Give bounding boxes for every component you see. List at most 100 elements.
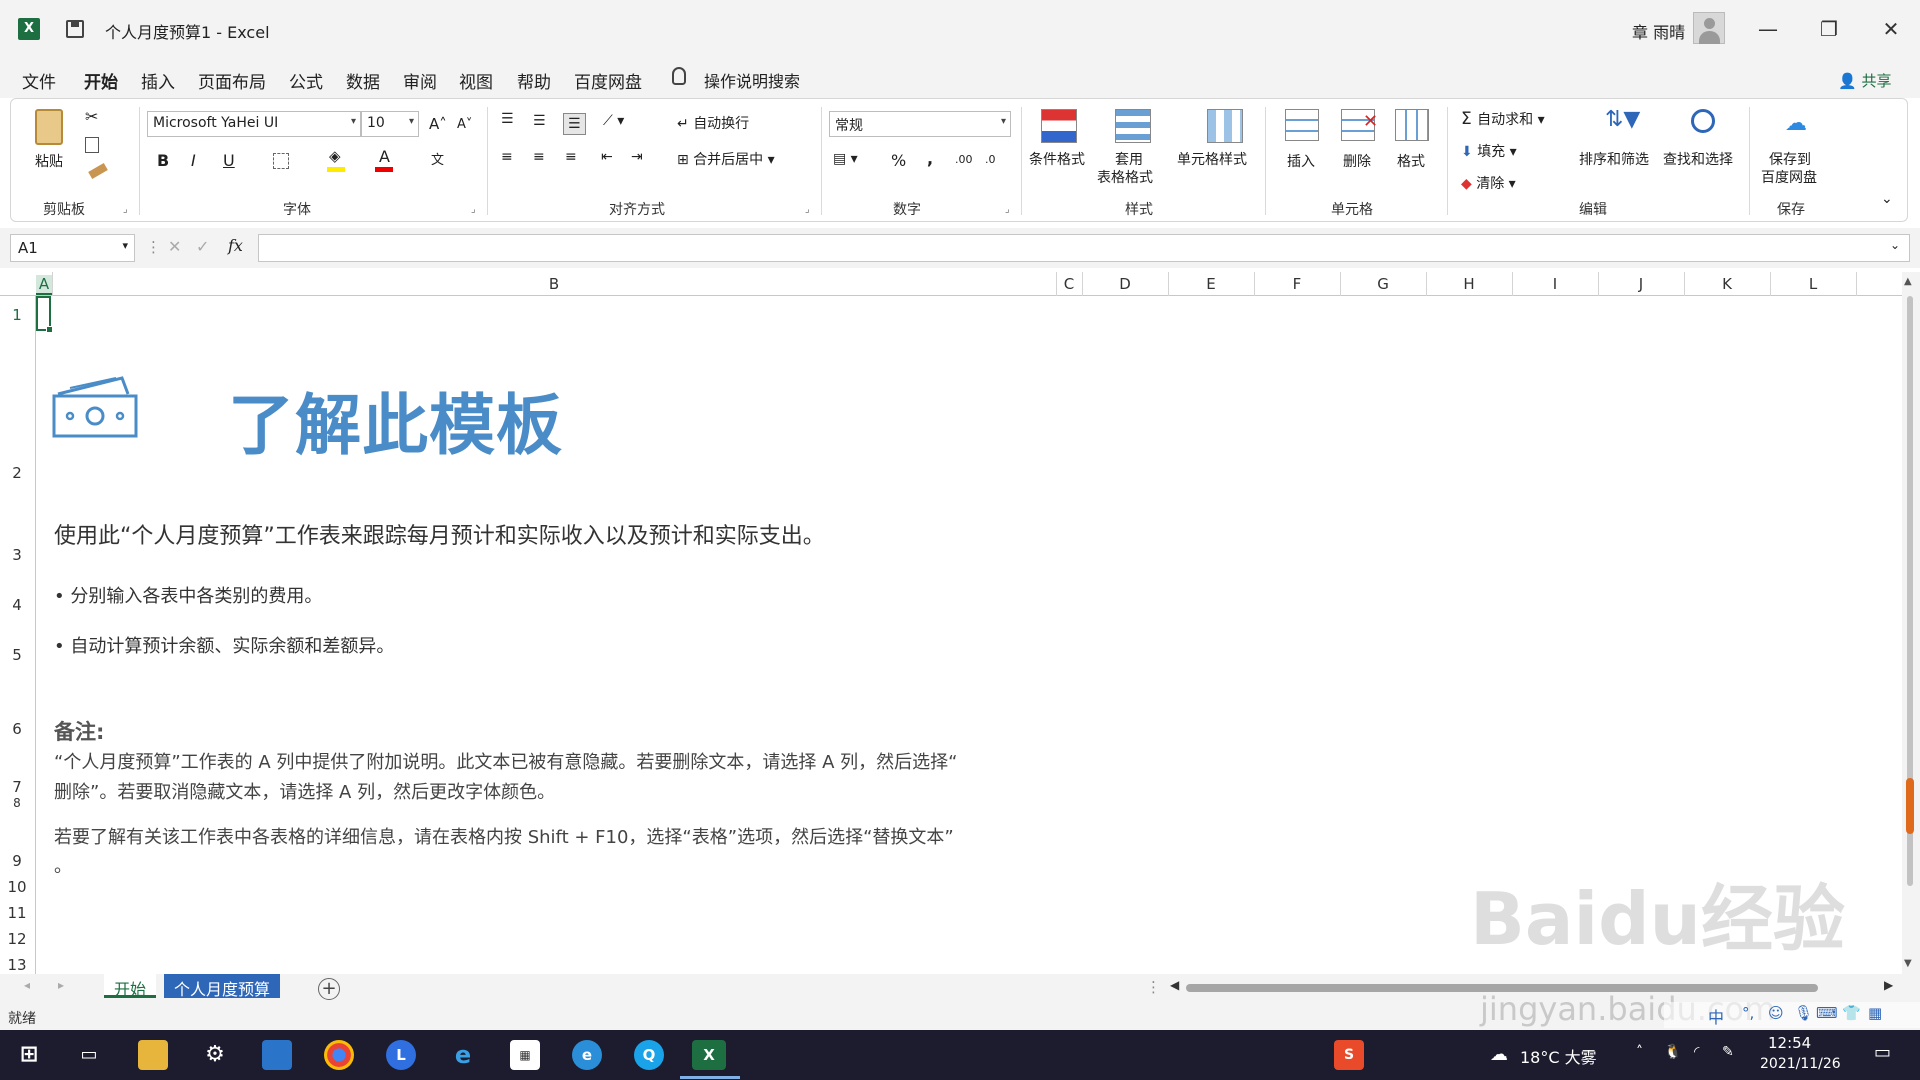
font-name-select[interactable]: Microsoft YaHei UI ▾ bbox=[147, 111, 361, 137]
format-as-table-icon[interactable] bbox=[1115, 109, 1151, 143]
row-header[interactable]: 12 bbox=[0, 930, 34, 948]
dialog-launcher-icon[interactable]: ⌟ bbox=[471, 204, 476, 215]
column-header-c[interactable]: C bbox=[1056, 275, 1082, 293]
formula-input[interactable] bbox=[258, 234, 1910, 262]
format-as-table-line1[interactable]: 套用 bbox=[1115, 149, 1143, 169]
scroll-left-icon[interactable]: ◀ bbox=[1170, 978, 1179, 992]
clock-time[interactable]: 12:54 bbox=[1768, 1034, 1811, 1052]
phonetic-icon[interactable]: 文 bbox=[431, 149, 444, 168]
tell-me-search[interactable]: 操作说明搜索 bbox=[704, 68, 800, 92]
row-header[interactable]: 1 bbox=[0, 306, 34, 324]
column-header-b[interactable]: B bbox=[52, 275, 1056, 293]
merge-center-button[interactable]: ⊞ 合并后居中 ▾ bbox=[677, 149, 775, 169]
column-header-k[interactable]: K bbox=[1684, 275, 1770, 293]
cell-styles-icon[interactable] bbox=[1207, 109, 1243, 143]
column-header-e[interactable]: E bbox=[1168, 275, 1254, 293]
comma-button[interactable]: , bbox=[927, 149, 933, 168]
conditional-format-label[interactable]: 条件格式 bbox=[1029, 149, 1085, 169]
accounting-format-icon[interactable]: ▤ ▾ bbox=[833, 151, 858, 167]
avatar[interactable] bbox=[1693, 12, 1725, 44]
scroll-down-icon[interactable]: ▼ bbox=[1904, 958, 1912, 969]
align-left-icon[interactable]: ≡ bbox=[501, 149, 513, 165]
delete-cells-label[interactable]: 删除 bbox=[1343, 151, 1371, 171]
fill-button[interactable]: ⬇ 填充 ▾ bbox=[1461, 141, 1517, 161]
file-explorer-icon[interactable] bbox=[138, 1040, 168, 1070]
clock-date[interactable]: 2021/11/26 bbox=[1760, 1056, 1841, 1072]
insert-function-button[interactable]: fx bbox=[228, 236, 243, 255]
increase-indent-icon[interactable]: ⇥ bbox=[631, 149, 643, 165]
column-header-g[interactable]: G bbox=[1340, 275, 1426, 293]
emoji-icon[interactable]: ☺ bbox=[1768, 1004, 1784, 1022]
user-name[interactable]: 章 雨晴 bbox=[1632, 19, 1685, 43]
find-select-label[interactable]: 查找和选择 bbox=[1663, 149, 1733, 169]
sort-filter-label[interactable]: 排序和筛选 bbox=[1579, 149, 1649, 169]
column-header-a[interactable]: A bbox=[36, 275, 52, 295]
align-middle-icon[interactable]: ☰ bbox=[533, 113, 546, 129]
border-icon[interactable] bbox=[273, 153, 289, 169]
menu-baidu-netdisk[interactable]: 百度网盘 bbox=[574, 68, 642, 93]
fill-color-icon[interactable] bbox=[327, 167, 345, 172]
task-view-icon[interactable]: ▭ bbox=[74, 1040, 104, 1070]
menu-insert[interactable]: 插入 bbox=[141, 68, 175, 93]
autosum-button[interactable]: Σ 自动求和 ▾ bbox=[1461, 109, 1545, 129]
insert-cells-label[interactable]: 插入 bbox=[1287, 151, 1315, 171]
mic-icon[interactable]: 🎙 bbox=[1794, 1004, 1813, 1022]
close-button[interactable]: ✕ bbox=[1876, 14, 1906, 44]
increase-font-icon[interactable]: A˄ bbox=[429, 115, 447, 133]
toolbox-icon[interactable]: ▦ bbox=[1868, 1004, 1882, 1022]
chrome-icon[interactable] bbox=[324, 1040, 354, 1070]
ie-icon[interactable]: e bbox=[448, 1040, 478, 1070]
l-app-icon[interactable]: L bbox=[386, 1040, 416, 1070]
column-header-h[interactable]: H bbox=[1426, 275, 1512, 293]
format-cells-label[interactable]: 格式 bbox=[1397, 151, 1425, 171]
row-header[interactable]: 9 bbox=[0, 852, 34, 870]
row-header[interactable]: 10 bbox=[0, 878, 34, 896]
clear-button[interactable]: ◆ 清除 ▾ bbox=[1461, 173, 1516, 193]
orientation-icon[interactable]: ⟋ ▾ bbox=[603, 113, 624, 129]
percent-button[interactable]: % bbox=[891, 151, 906, 170]
prev-sheet-icon[interactable]: ◂ bbox=[24, 978, 30, 992]
italic-button[interactable]: I bbox=[191, 151, 196, 170]
tab-splitter-icon[interactable]: ⋮ bbox=[1146, 978, 1161, 996]
photos-icon[interactable] bbox=[262, 1040, 292, 1070]
q-app-icon[interactable]: Q bbox=[634, 1040, 664, 1070]
row-header[interactable]: 11 bbox=[0, 904, 34, 922]
collapse-ribbon-icon[interactable]: ⌄ bbox=[1881, 191, 1893, 207]
baidu-cloud-icon[interactable]: ☁ bbox=[1785, 111, 1807, 136]
ime-mode[interactable]: 中 bbox=[1708, 1004, 1724, 1028]
menu-home[interactable]: 开始 bbox=[84, 68, 118, 93]
weather-cloud-icon[interactable]: ☁ bbox=[1490, 1044, 1508, 1065]
name-box[interactable]: A1 ▾ bbox=[10, 234, 135, 262]
dialog-launcher-icon[interactable]: ⌟ bbox=[123, 204, 128, 215]
sheet-tab-start[interactable]: 开始 bbox=[104, 974, 157, 999]
menu-help[interactable]: 帮助 bbox=[517, 68, 551, 93]
save-icon[interactable] bbox=[66, 20, 84, 38]
active-cell-a1[interactable] bbox=[36, 296, 53, 333]
bold-button[interactable]: B bbox=[157, 151, 169, 170]
insert-cells-icon[interactable] bbox=[1285, 109, 1319, 141]
fill-bucket-icon[interactable]: ◈ bbox=[329, 147, 341, 165]
sogou-ime-icon[interactable]: S bbox=[1334, 1040, 1364, 1070]
notification-icon[interactable]: ▭ bbox=[1874, 1042, 1891, 1063]
restore-button[interactable]: ❐ bbox=[1814, 14, 1844, 44]
row-header[interactable]: 7 bbox=[0, 778, 34, 796]
keyboard-icon[interactable]: ⌨ bbox=[1816, 1004, 1838, 1022]
find-icon[interactable] bbox=[1691, 109, 1715, 133]
dialog-launcher-icon[interactable]: ⌟ bbox=[1005, 204, 1010, 215]
column-header-l[interactable]: L bbox=[1770, 275, 1856, 293]
row-header[interactable]: 5 bbox=[0, 646, 34, 664]
edge-legacy-icon[interactable]: e bbox=[572, 1040, 602, 1070]
menu-file[interactable]: 文件 bbox=[22, 68, 56, 93]
format-as-table-line2[interactable]: 表格格式 bbox=[1097, 167, 1153, 187]
increase-decimal-icon[interactable]: .00 bbox=[955, 153, 973, 166]
decrease-font-icon[interactable]: A˅ bbox=[457, 117, 472, 132]
dialog-launcher-icon[interactable]: ⌟ bbox=[805, 204, 810, 215]
decrease-indent-icon[interactable]: ⇤ bbox=[601, 149, 613, 165]
row-header[interactable]: 3 bbox=[0, 546, 34, 564]
align-center-icon[interactable]: ≡ bbox=[533, 149, 545, 165]
store-icon[interactable]: ▦ bbox=[510, 1040, 540, 1070]
save-to-line1[interactable]: 保存到 bbox=[1769, 149, 1811, 169]
minimize-button[interactable]: — bbox=[1753, 14, 1783, 44]
settings-gear-icon[interactable]: ⚙ bbox=[200, 1040, 230, 1070]
row-header[interactable]: 2 bbox=[0, 464, 34, 482]
